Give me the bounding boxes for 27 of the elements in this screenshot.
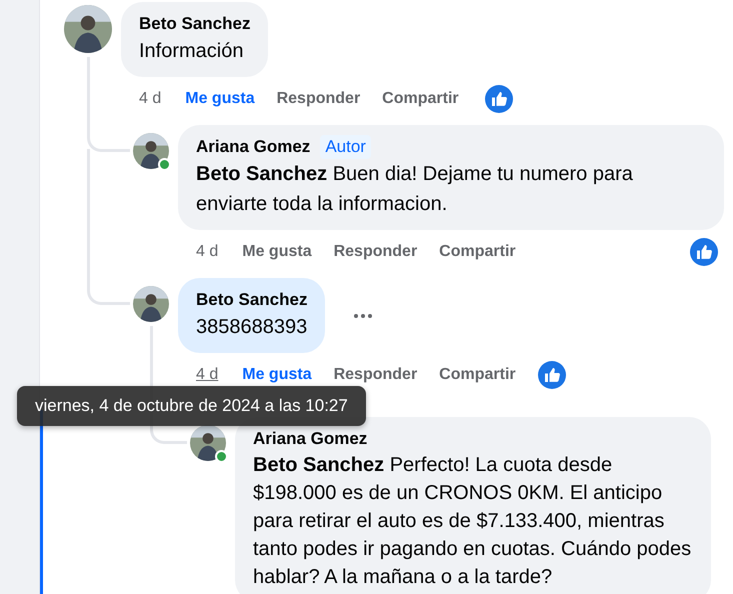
avatar[interactable] (64, 5, 112, 53)
share-link[interactable]: Compartir (382, 90, 459, 108)
author-name[interactable]: Ariana Gomez (253, 429, 368, 449)
timestamp-link[interactable]: 4 d (139, 90, 162, 108)
timestamp-link[interactable]: 4 d (196, 243, 218, 261)
reply-link[interactable]: Responder (334, 366, 418, 384)
timestamp-link[interactable]: 4 d (196, 366, 218, 384)
reply-link[interactable]: Responder (276, 90, 360, 108)
like-link[interactable]: Me gusta (242, 243, 312, 261)
comment-text: 3858688393 (196, 315, 308, 340)
author-badge: Autor (320, 135, 371, 159)
more-icon[interactable] (353, 312, 374, 318)
like-link[interactable]: Me gusta (185, 90, 255, 108)
reply-link[interactable]: Responder (334, 243, 418, 261)
comment-text: Beto Sanchez Buen dia! Dejame tu numero para enviarte toda la informacion. (196, 162, 634, 217)
comment-text: Beto Sanchez Perfecto! La cuota desde $198.000 es de un CRONOS 0KM. El anticipo para retirar el auto es de $7.133.400, mientras tanto podes ir pagando en cuotas. Cuándo podes hablar? A la mañana o a la tarde? (253, 453, 692, 590)
share-link[interactable]: Compartir (439, 366, 516, 384)
date-tooltip: viernes, 4 de octubre de 2024 a las 10:27 (17, 386, 366, 426)
avatar[interactable] (133, 133, 169, 169)
share-link[interactable]: Compartir (439, 243, 516, 261)
author-name[interactable]: Ariana Gomez (196, 137, 310, 157)
author-name[interactable]: Beto Sanchez (139, 14, 250, 34)
avatar[interactable] (190, 425, 226, 461)
comment-text: Información (139, 39, 244, 64)
avatar[interactable] (133, 286, 169, 322)
like-link[interactable]: Me gusta (242, 366, 312, 384)
author-name[interactable]: Beto Sanchez (196, 290, 308, 310)
